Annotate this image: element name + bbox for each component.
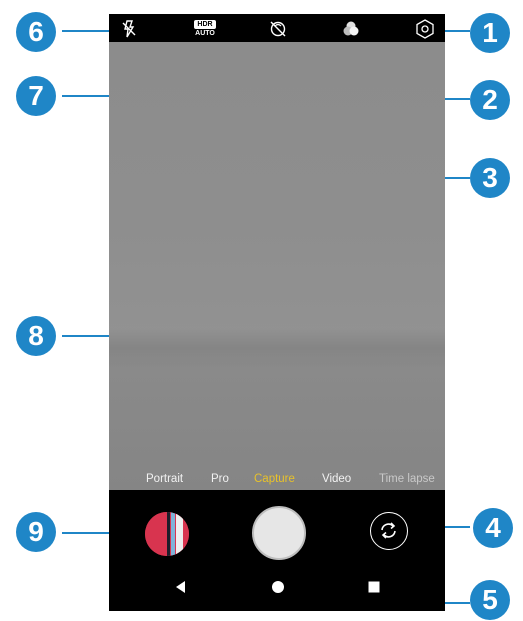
recents-square-icon[interactable] [367,580,381,594]
callout-9: 9 [16,512,56,552]
hdr-auto-icon[interactable]: HDR AUTO [192,18,218,40]
flash-off-icon[interactable] [118,18,140,40]
hdr-label: HDR [197,21,213,28]
camera-top-bar: HDR AUTO [109,14,445,42]
hdr-auto-label: AUTO [195,30,215,37]
shutter-button[interactable] [252,506,306,560]
camera-mode-selector: Portrait Pro Capture Video Time lapse [109,472,445,490]
mode-video[interactable]: Video [322,473,351,485]
filter-off-icon[interactable] [267,18,289,40]
callout-3: 3 [470,158,510,198]
callout-4: 4 [473,508,513,548]
mode-time-lapse[interactable]: Time lapse [379,473,439,485]
color-filters-icon[interactable] [340,18,362,40]
callout-1: 1 [470,13,510,53]
mode-pro[interactable]: Pro [211,473,229,485]
back-triangle-icon[interactable] [174,580,188,594]
settings-hexagon-icon[interactable] [414,18,436,40]
camera-controls [109,490,445,611]
viewfinder-horizon [109,328,445,368]
gallery-thumbnail[interactable] [145,512,189,556]
callout-8: 8 [16,316,56,356]
mode-capture[interactable]: Capture [254,473,295,485]
home-circle-icon[interactable] [271,580,285,594]
callout-5: 5 [470,580,510,620]
camera-app: HDR AUTO Portrait Pro Capture Video Time… [109,14,445,611]
callout-2: 2 [470,80,510,120]
switch-camera-icon[interactable] [370,512,408,550]
mode-portrait[interactable]: Portrait [146,473,183,485]
camera-viewfinder[interactable] [109,42,445,490]
callout-6: 6 [16,12,56,52]
callout-7: 7 [16,76,56,116]
